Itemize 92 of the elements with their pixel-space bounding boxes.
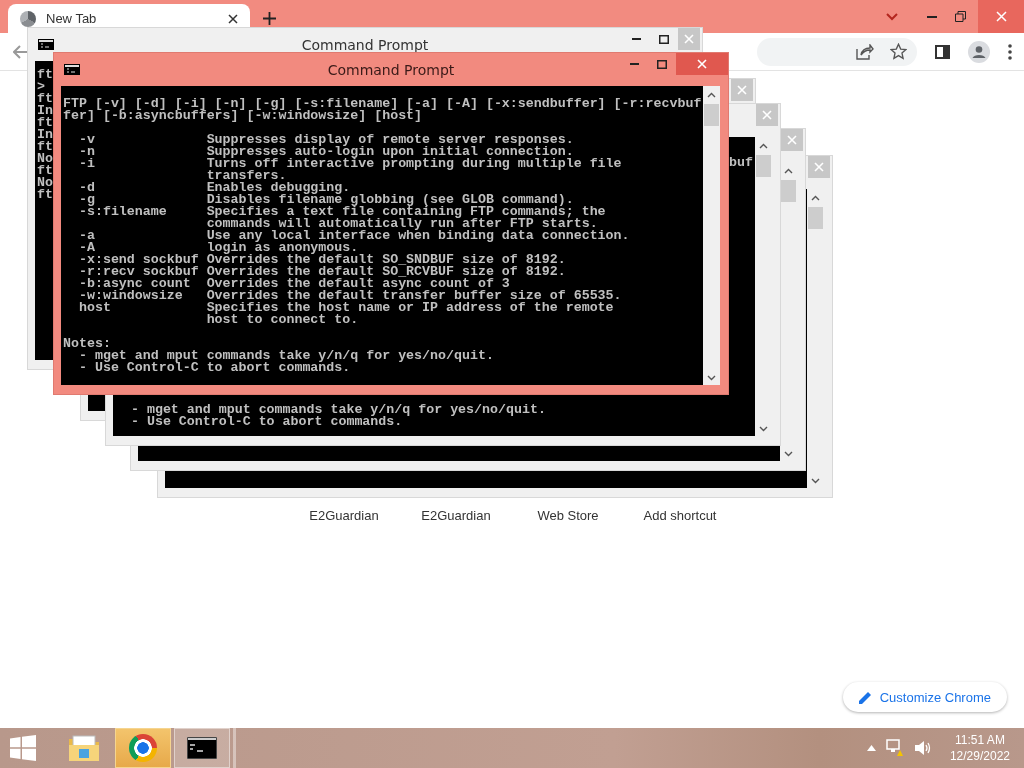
close-icon: [814, 162, 824, 172]
console-line: fer] [-b:asyncbuffers] [-w:windowsize] [host]: [63, 110, 423, 122]
console-line: -A login as anonymous.: [77, 242, 359, 254]
close-icon: [697, 59, 707, 69]
console-line: buf: [729, 157, 753, 169]
console-line: -x:send sockbuf Overrides the default SO_SNDBUF size of 8192.: [77, 254, 566, 266]
restore-icon: [954, 11, 966, 22]
console-line: -v Suppresses display of remote server responses.: [77, 134, 574, 146]
shortcut-link[interactable]: E2Guardian: [400, 508, 512, 523]
scroll-thumb[interactable]: [781, 180, 796, 202]
console-line: In: [37, 105, 53, 117]
console-line: -g Disables filename globbing (see GLOB command).: [77, 194, 574, 206]
tab-search-icon[interactable]: [886, 12, 898, 21]
shortcut-link[interactable]: Add shortcut: [624, 508, 736, 523]
console-line: No: [37, 153, 53, 165]
new-tab-icon[interactable]: [263, 12, 276, 25]
close-icon: [995, 11, 1007, 22]
scroll-down-icon[interactable]: [759, 426, 768, 432]
address-bar[interactable]: [757, 37, 917, 66]
scroll-up-icon[interactable]: [784, 168, 793, 174]
console-line: Notes:: [63, 338, 111, 350]
console-line: ft: [37, 117, 53, 129]
console-line: No: [37, 177, 53, 189]
close-icon: [737, 85, 747, 95]
shortcut-link[interactable]: E2Guardian: [288, 508, 400, 523]
console-icon: [64, 64, 80, 75]
window-title: Command Prompt: [301, 36, 429, 53]
console-line: FTP [-v] [-d] [-i] [-n] [-g] [-s:filename] [-a] [-A] [-x:sendbuffer] [-r:recvbuf: [63, 98, 702, 110]
console-icon: [38, 39, 54, 50]
volume-icon[interactable]: [913, 740, 932, 756]
share-icon[interactable]: [856, 43, 874, 60]
minimize-icon: [629, 63, 639, 65]
window-title: Command Prompt: [327, 61, 455, 78]
console-line: -i Turns off interactive prompting during multiple file: [77, 158, 622, 170]
console-line: transfers.: [205, 170, 287, 182]
console-line: -a Use any local interface when binding data connection.: [77, 230, 630, 242]
close-icon: [762, 110, 772, 120]
scrollbar[interactable]: [703, 86, 720, 385]
chrome-icon: [129, 734, 157, 762]
network-icon[interactable]: [885, 739, 904, 757]
console-line: ft: [37, 189, 53, 201]
scroll-down-icon[interactable]: [811, 478, 820, 484]
shortcut-link[interactable]: Web Store: [512, 508, 624, 523]
console-line: -n Suppresses auto-login upon initial connection.: [77, 146, 574, 158]
chrome-icon: [20, 10, 36, 27]
show-hidden-icons-icon[interactable]: [866, 745, 876, 751]
profile-avatar-icon[interactable]: [968, 40, 990, 63]
scroll-up-icon[interactable]: [759, 143, 768, 149]
console-line: >: [37, 81, 45, 93]
tab-title: New Tab: [46, 11, 98, 26]
back-arrow-icon[interactable]: [13, 44, 29, 59]
close-icon: [787, 135, 797, 145]
start-button[interactable]: [10, 735, 36, 761]
clock-date: 12/29/2022: [949, 748, 1010, 764]
maximize-icon: [657, 59, 667, 69]
console-line: ft: [37, 69, 53, 81]
console-line: -w:windowsize Overrides the default transfer buffer size of 65535.: [77, 290, 622, 302]
console-line: ft: [37, 141, 53, 153]
close-icon: [684, 34, 694, 44]
menu-icon[interactable]: [1008, 43, 1012, 60]
console-line: - mget and mput commands take y/n/q for yes/no/quit.: [129, 404, 546, 416]
scroll-down-icon[interactable]: [784, 451, 793, 457]
star-icon[interactable]: [890, 43, 907, 60]
pencil-icon: [858, 690, 872, 704]
console-line: -r:recv sockbuf Overrides the default SO_RCVBUF size of 8192.: [77, 266, 566, 278]
scroll-up-icon[interactable]: [811, 195, 820, 201]
maximize-icon: [659, 34, 669, 44]
scroll-thumb[interactable]: [808, 207, 823, 229]
console-line: - Use Control-C to abort commands.: [129, 416, 403, 428]
scroll-up-icon[interactable]: [707, 92, 716, 98]
minimize-icon: [631, 38, 641, 40]
console-line: -b:async count Overrides the default async count of 3: [77, 278, 510, 290]
console-icon: [187, 737, 217, 759]
scroll-thumb[interactable]: [704, 104, 719, 126]
console-line: commands will automatically run after FTP starts.: [205, 218, 598, 230]
console-line: ft: [37, 165, 53, 177]
console-line: ft: [37, 93, 53, 105]
scroll-down-icon[interactable]: [707, 375, 716, 381]
console-line: -s:filename Specifies a text file containing FTP commands; the: [77, 206, 606, 218]
console-line: - Use Control-C to abort commands.: [77, 362, 351, 374]
customize-chrome-button[interactable]: Customize Chrome: [842, 682, 1007, 712]
scroll-thumb[interactable]: [756, 155, 771, 177]
console-line: - mget and mput commands take y/n/q for yes/no/quit.: [77, 350, 494, 362]
close-icon[interactable]: [228, 13, 238, 24]
folder-icon: [68, 734, 100, 762]
side-panel-icon[interactable]: [935, 44, 950, 59]
console-line: -d Enables debugging.: [77, 182, 351, 194]
clock-time: 11:51 AM: [955, 732, 1005, 748]
console-line: host to connect to.: [205, 314, 359, 326]
console-line: In: [37, 129, 53, 141]
minimize-icon: [927, 15, 937, 18]
console-line: host Specifies the host name or IP address of the remote: [77, 302, 614, 314]
